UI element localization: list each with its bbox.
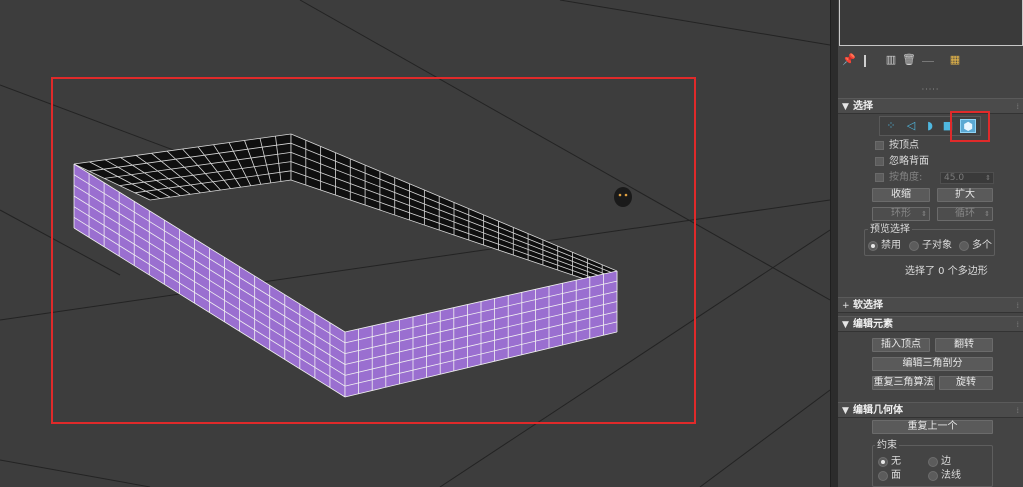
turn-button[interactable]: 旋转 bbox=[939, 376, 993, 390]
grip-icon: ⁞ bbox=[1016, 320, 1019, 329]
make-unique-icon[interactable]: ▥ bbox=[884, 53, 898, 67]
radio-label: 无 bbox=[891, 456, 901, 467]
checkbox-box[interactable] bbox=[875, 173, 884, 182]
grid-line bbox=[699, 389, 830, 487]
checkbox-box[interactable] bbox=[875, 157, 884, 166]
radio-label: 边 bbox=[941, 456, 951, 467]
ignore-backfacing-label: 忽略背面 bbox=[889, 156, 929, 167]
ring-label: 环形 bbox=[891, 208, 911, 219]
angle-spinner[interactable]: 45.0 ⇕ bbox=[940, 172, 994, 184]
show-end-result-icon[interactable] bbox=[864, 55, 870, 67]
grip-icon: ⁞ bbox=[1016, 406, 1019, 415]
separator bbox=[922, 61, 934, 62]
grid-line bbox=[0, 459, 151, 487]
edge-icon[interactable]: ◁ bbox=[903, 119, 919, 133]
grow-button[interactable]: 扩大 bbox=[937, 188, 993, 202]
panel-splitter[interactable] bbox=[830, 0, 838, 487]
insert-vertex-button[interactable]: 插入顶点 bbox=[872, 338, 930, 352]
flip-button[interactable]: 翻转 bbox=[935, 338, 993, 352]
radio-label: 面 bbox=[891, 470, 901, 481]
expand-icon: + bbox=[842, 301, 850, 311]
group-title: 约束 bbox=[875, 440, 899, 451]
active-mode-highlight bbox=[950, 111, 990, 142]
radio-dot[interactable] bbox=[878, 457, 888, 467]
shrink-button[interactable]: 收缩 bbox=[872, 188, 930, 202]
grid-line bbox=[559, 0, 830, 46]
selection-status: 选择了 0 个多边形 bbox=[905, 266, 988, 277]
angle-value: 45.0 bbox=[944, 173, 965, 183]
grip-icon: ⁞ bbox=[1016, 102, 1019, 111]
modifier-stack-list[interactable] bbox=[839, 0, 1023, 46]
by-angle-label: 按角度: bbox=[889, 172, 923, 183]
ring-button[interactable]: 环形 ⇕ bbox=[872, 207, 930, 221]
rollout-drag-dots[interactable]: ····· bbox=[838, 86, 1023, 94]
rollout-title: 编辑几何体 bbox=[853, 405, 903, 416]
rollout-edit-elements-header[interactable]: ▼ 编辑元素 ⁞ bbox=[838, 316, 1023, 332]
edit-triangulation-button[interactable]: 编辑三角剖分 bbox=[872, 357, 993, 371]
rollout-title: 软选择 bbox=[853, 300, 883, 311]
viewport-perspective[interactable] bbox=[0, 0, 830, 487]
border-icon[interactable]: ◗ bbox=[922, 119, 938, 133]
command-panel: 📌 ▥ 🗑 ▦ ····· ▼ 选择 ⁞ ⁘ ◁ ◗ ■ ⬢ 按顶点 忽略背面 … bbox=[838, 0, 1023, 487]
collapse-icon: ▼ bbox=[842, 406, 849, 416]
radio-dot[interactable] bbox=[928, 457, 938, 467]
spinner-arrows-icon[interactable]: ⇕ bbox=[985, 173, 991, 183]
remove-modifier-icon[interactable]: 🗑 bbox=[902, 53, 916, 67]
checkbox-box[interactable] bbox=[875, 141, 884, 150]
radio-dot[interactable] bbox=[878, 471, 888, 481]
preview-selection-group: 预览选择 禁用 子对象 多个 bbox=[864, 224, 995, 256]
spinner-arrows-icon[interactable]: ⇕ bbox=[921, 208, 927, 220]
group-title: 预览选择 bbox=[868, 224, 912, 235]
rollout-selection-header[interactable]: ▼ 选择 ⁞ bbox=[838, 98, 1023, 114]
rollout-edit-geometry-header[interactable]: ▼ 编辑几何体 ⁞ bbox=[838, 402, 1023, 418]
selection-highlight-box bbox=[51, 77, 696, 424]
retriangulate-button[interactable]: 重复三角算法 bbox=[872, 376, 935, 390]
radio-label: 法线 bbox=[941, 470, 961, 481]
collapse-icon: ▼ bbox=[842, 320, 849, 330]
vertex-icon[interactable]: ⁘ bbox=[883, 119, 899, 133]
radio-label: 禁用 bbox=[881, 240, 901, 251]
stack-toolbar: 📌 ▥ 🗑 ▦ bbox=[838, 50, 1023, 72]
radio-dot[interactable] bbox=[909, 241, 919, 251]
configure-sets-icon[interactable]: ▦ bbox=[948, 53, 962, 67]
loop-button[interactable]: 循环 ⇕ bbox=[937, 207, 993, 221]
grip-icon: ⁞ bbox=[1016, 301, 1019, 310]
radio-dot[interactable] bbox=[959, 241, 969, 251]
loop-label: 循环 bbox=[955, 208, 975, 219]
rollout-title: 选择 bbox=[853, 101, 873, 112]
rollout-soft-selection-header[interactable]: + 软选择 ⁞ bbox=[838, 297, 1023, 313]
rollout-title: 编辑元素 bbox=[853, 319, 893, 330]
radio-label: 多个 bbox=[972, 240, 992, 251]
by-vertex-label: 按顶点 bbox=[889, 140, 919, 151]
radio-dot[interactable] bbox=[868, 241, 878, 251]
radio-label: 子对象 bbox=[922, 240, 952, 251]
constraints-group: 约束 无 边 面 法线 bbox=[872, 440, 993, 487]
pin-stack-icon[interactable]: 📌 bbox=[842, 53, 856, 67]
spinner-arrows-icon[interactable]: ⇕ bbox=[984, 208, 990, 220]
radio-dot[interactable] bbox=[928, 471, 938, 481]
repeat-last-button[interactable]: 重复上一个 bbox=[872, 420, 993, 434]
collapse-icon: ▼ bbox=[842, 102, 849, 112]
